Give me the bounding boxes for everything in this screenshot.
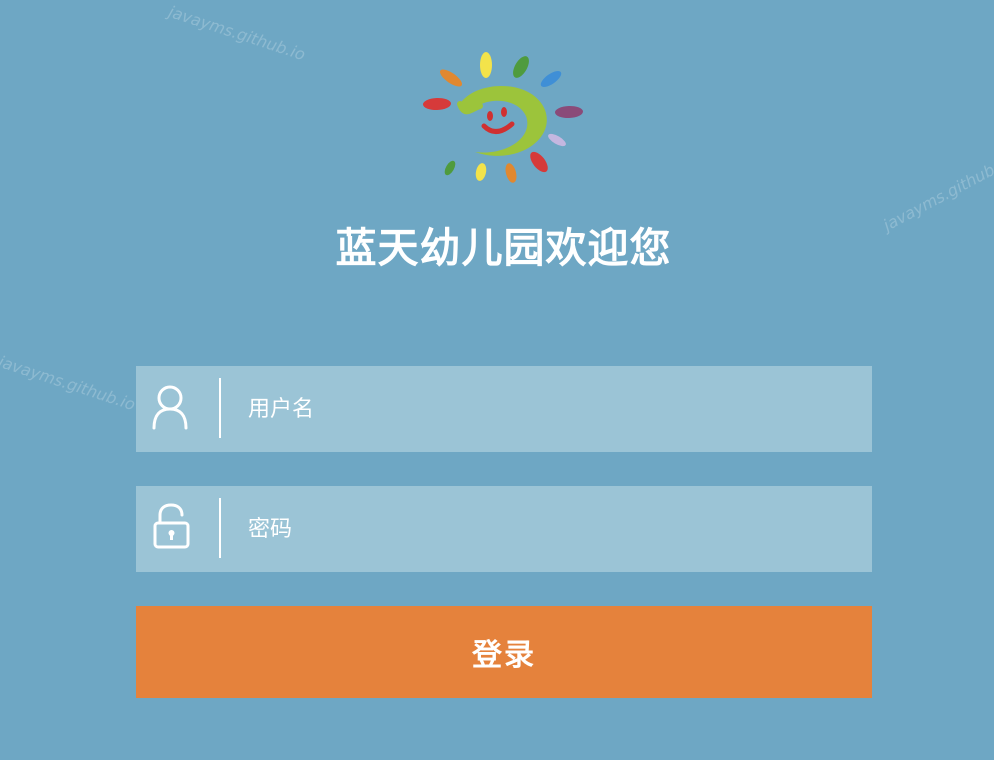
login-button[interactable]: 登录 bbox=[136, 606, 872, 698]
password-field-container bbox=[136, 486, 872, 572]
watermark: javayms.github.io bbox=[0, 352, 138, 415]
field-divider bbox=[219, 378, 221, 438]
user-icon bbox=[152, 383, 192, 431]
username-input[interactable] bbox=[244, 366, 848, 452]
sun-smiley-logo-icon bbox=[420, 48, 590, 188]
username-field-container bbox=[136, 366, 872, 452]
lock-icon bbox=[152, 503, 192, 551]
watermark: javayms.github.io bbox=[166, 2, 308, 65]
field-divider bbox=[219, 498, 221, 558]
page-title: 蓝天幼儿园欢迎您 bbox=[335, 224, 672, 272]
password-input[interactable] bbox=[244, 486, 848, 572]
